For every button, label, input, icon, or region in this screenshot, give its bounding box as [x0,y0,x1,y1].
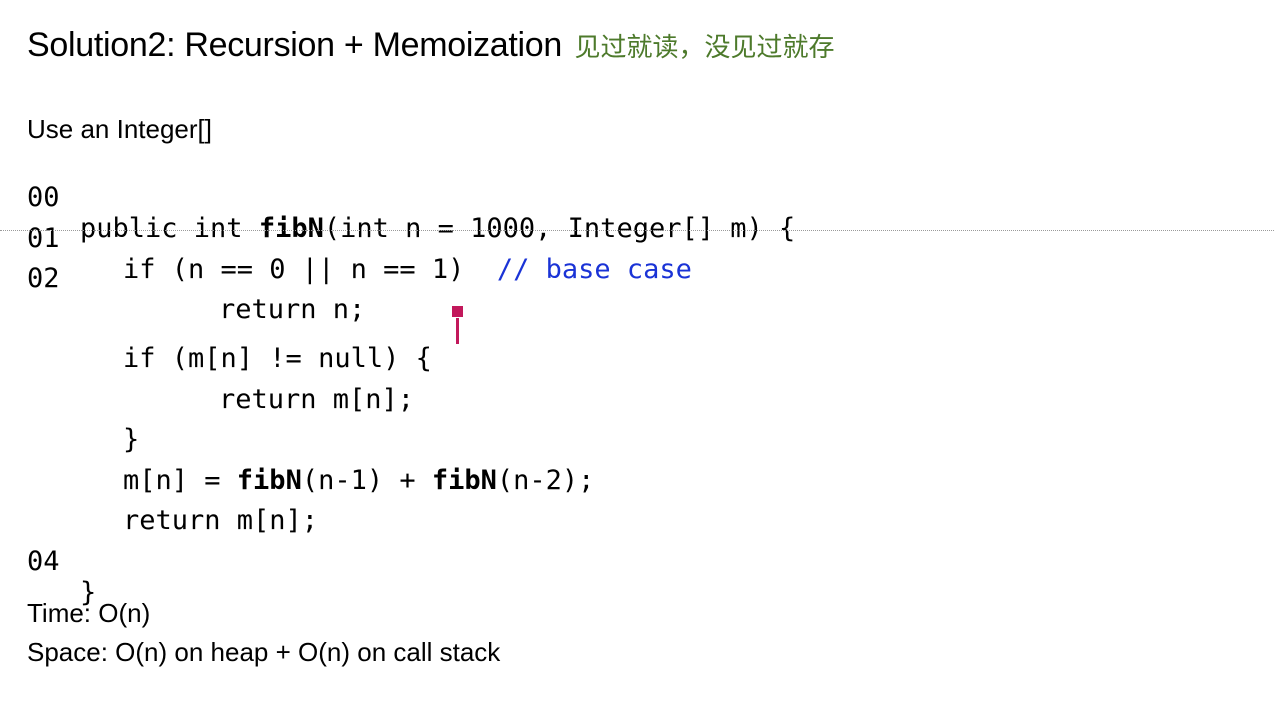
code-text: } [123,424,140,455]
space-complexity: Space: O(n) on heap + O(n) on call stack [27,637,501,667]
title-note: 见过就读，没见过就存 [574,32,835,62]
slide-title: Solution2: Recursion + Memoization 见过就读，… [27,26,835,65]
code-text: (int n = 1000, Integer[] m) { [323,213,796,244]
text-cursor[interactable] [456,318,459,344]
code-comment: // base case [496,254,692,285]
code-text: m[n] = [123,465,237,496]
intro-text: Use an Integer[] [27,114,212,144]
title-main: Solution2: Recursion + Memoization [27,26,563,64]
code-text: return n; [219,294,366,325]
code-text: (n-2); [496,465,595,496]
code-text: (n-1) + [301,465,432,496]
code-keyword-bold: fibN [258,213,324,244]
code-text: public int [80,213,259,244]
time-complexity: Time: O(n) [27,598,151,628]
code-text: if (n == 0 || n == 1) [123,254,497,285]
code-text: return m[n]; [219,384,415,415]
code-text: if (m[n] != null) { [123,343,432,374]
dotted-guide-line [0,230,1274,231]
code-keyword-bold: fibN [431,465,497,496]
line-number: 04 [27,546,60,577]
line-number: 02 [27,263,60,294]
code-text: return m[n]; [123,505,319,536]
code-keyword-bold: fibN [236,465,302,496]
text-cursor-flag [452,306,463,317]
